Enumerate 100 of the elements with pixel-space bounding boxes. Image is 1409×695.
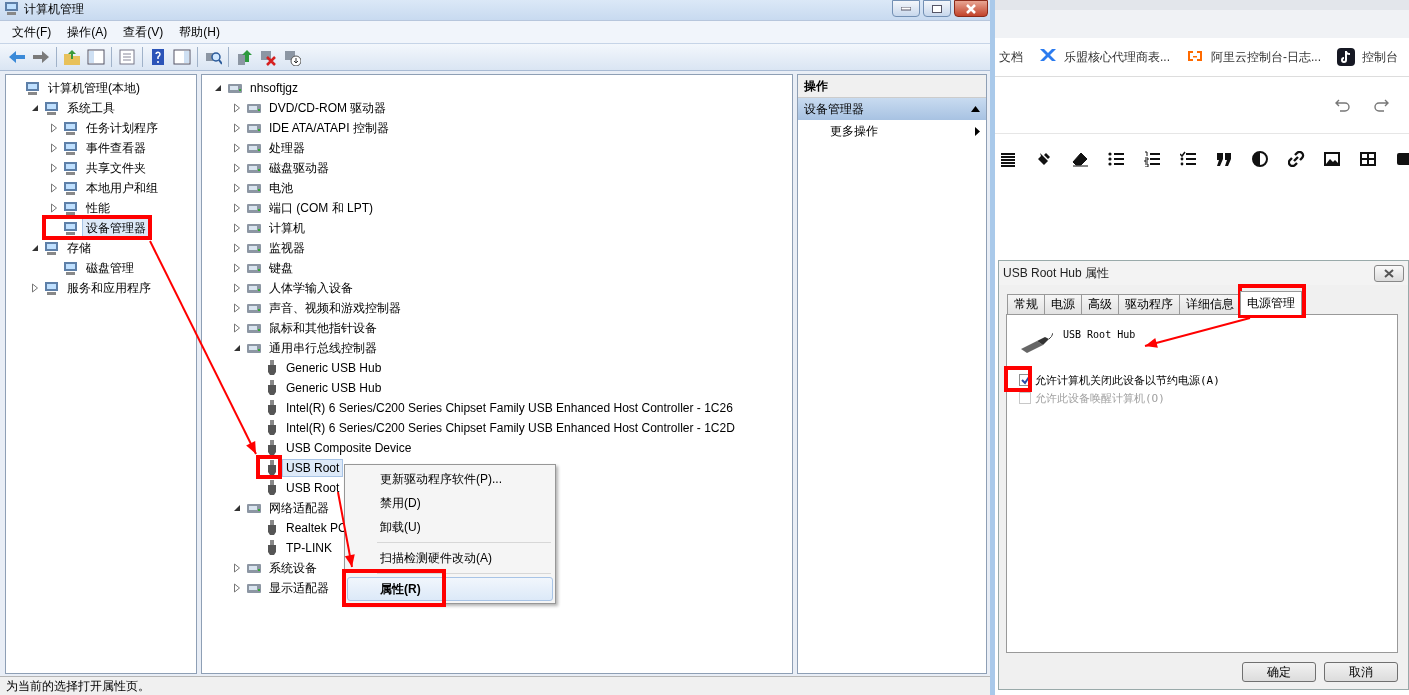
action-pane-icon[interactable] [173, 48, 191, 66]
folder-up-icon[interactable] [63, 48, 81, 66]
collapsed-triangle-icon[interactable] [233, 323, 241, 333]
align-justify-icon[interactable] [1000, 151, 1017, 167]
maximize-button[interactable] [923, 0, 951, 17]
collapsed-triangle-icon[interactable] [233, 263, 241, 273]
collapsed-triangle-icon[interactable] [233, 103, 241, 113]
tree-item[interactable]: USB Root [282, 459, 344, 477]
tab[interactable]: 电源 [1044, 294, 1082, 314]
tree-item[interactable]: 磁盘管理 [82, 257, 138, 279]
redo-icon[interactable] [1373, 98, 1389, 112]
tree-item[interactable]: 鼠标和其他指针设备 [265, 317, 381, 339]
bullet-list-icon[interactable] [1108, 151, 1125, 167]
tree-item[interactable]: 事件查看器 [82, 137, 150, 159]
update-driver-icon[interactable] [235, 48, 253, 66]
collapsed-triangle-icon[interactable] [233, 123, 241, 133]
undo-icon[interactable] [1335, 98, 1351, 112]
quote-icon[interactable] [1216, 151, 1233, 167]
contrast-icon[interactable] [1252, 151, 1269, 167]
collapsed-triangle-icon[interactable] [233, 583, 241, 593]
tree-item[interactable]: 任务计划程序 [82, 117, 162, 139]
collapsed-triangle-icon[interactable] [50, 163, 58, 173]
tree-item[interactable]: 电池 [265, 177, 297, 199]
collapsed-triangle-icon[interactable] [50, 143, 58, 153]
menu-item[interactable]: 更新驱动程序软件(P)... [347, 467, 553, 491]
disable-device-icon[interactable] [259, 48, 277, 66]
collapsed-triangle-icon[interactable] [31, 283, 39, 293]
tree-item[interactable]: 系统工具 [63, 97, 119, 119]
tree-item[interactable]: 性能 [82, 197, 114, 219]
bookmark-link[interactable]: 文档 [999, 48, 1023, 66]
back-arrow-icon[interactable] [8, 48, 26, 66]
tree-item[interactable]: 键盘 [265, 257, 297, 279]
collapsed-triangle-icon[interactable] [50, 183, 58, 193]
image-icon[interactable] [1324, 151, 1341, 167]
menu-item[interactable]: 帮助(H) [171, 23, 228, 41]
bookmark-link[interactable]: 控制台 [1362, 48, 1398, 66]
tree-item[interactable]: nhsoftjgz [246, 79, 303, 97]
collapsed-triangle-icon[interactable] [233, 203, 241, 213]
tree-item[interactable]: 本地用户和组 [82, 177, 162, 199]
close-button[interactable] [1374, 264, 1404, 282]
expanded-triangle-icon[interactable] [31, 104, 39, 112]
tree-item[interactable]: 存储 [63, 237, 95, 259]
tree-item[interactable]: DVD/CD-ROM 驱动器 [265, 97, 391, 119]
link-icon[interactable] [1288, 151, 1305, 167]
tree-item[interactable]: 显示适配器 [265, 577, 333, 599]
tree-item[interactable]: Generic USB Hub [282, 379, 386, 397]
tree-item[interactable]: 系统设备 [265, 557, 321, 579]
tab[interactable]: 高级 [1081, 294, 1119, 314]
tree-item[interactable]: 端口 (COM 和 LPT) [265, 197, 377, 219]
collapsed-triangle-icon[interactable] [233, 243, 241, 253]
expanded-triangle-icon[interactable] [233, 344, 241, 352]
tree-item[interactable]: Intel(R) 6 Series/C200 Series Chipset Family USB Enhanced Host Controller - 1C2D [282, 419, 739, 437]
menu-item[interactable]: 禁用(D) [347, 491, 553, 515]
expanded-triangle-icon[interactable] [233, 504, 241, 512]
tree-item[interactable]: 人体学输入设备 [265, 277, 357, 299]
tree-item[interactable]: 通用串行总线控制器 [265, 337, 381, 359]
menu-item[interactable]: 扫描检测硬件改动(A) [347, 546, 553, 570]
tree-item[interactable]: 计算机 [265, 217, 309, 239]
tree-item[interactable]: IDE ATA/ATAPI 控制器 [265, 117, 393, 139]
dialog-button[interactable]: 确定 [1242, 662, 1316, 682]
expanded-triangle-icon[interactable] [214, 84, 222, 92]
menu-item[interactable]: 文件(F) [4, 23, 60, 41]
minimize-button[interactable] [892, 0, 920, 17]
tree-item[interactable]: 处理器 [265, 137, 309, 159]
collapsed-triangle-icon[interactable] [233, 303, 241, 313]
tree-item[interactable]: 磁盘驱动器 [265, 157, 333, 179]
tree-item[interactable]: USB Composite Device [282, 439, 416, 457]
forward-arrow-icon[interactable] [32, 48, 50, 66]
eraser-icon[interactable] [1072, 151, 1089, 167]
collapsed-triangle-icon[interactable] [233, 183, 241, 193]
uninstall-icon[interactable] [283, 48, 301, 66]
bookmark-link[interactable]: 阿里云控制台-日志... [1211, 48, 1321, 66]
collapsed-triangle-icon[interactable] [50, 203, 58, 213]
close-button[interactable] [954, 0, 988, 17]
collapsed-triangle-icon[interactable] [233, 143, 241, 153]
collapsed-triangle-icon[interactable] [233, 163, 241, 173]
menu-item[interactable]: 属性(R) [347, 577, 553, 601]
tree-pane-icon[interactable] [87, 48, 105, 66]
menu-item[interactable]: 查看(V) [115, 23, 172, 41]
tree-item[interactable]: 共享文件夹 [82, 157, 150, 179]
help-icon[interactable] [149, 48, 167, 66]
expanded-triangle-icon[interactable] [31, 244, 39, 252]
collapsed-triangle-icon[interactable] [233, 563, 241, 573]
tab[interactable]: 驱动程序 [1118, 294, 1180, 314]
collapsed-triangle-icon[interactable] [233, 283, 241, 293]
menu-item[interactable]: 操作(A) [59, 23, 116, 41]
tree-item[interactable]: 监视器 [265, 237, 309, 259]
tree-item[interactable]: Generic USB Hub [282, 359, 386, 377]
tree-item[interactable]: 声音、视频和游戏控制器 [265, 297, 405, 319]
tree-item[interactable]: USB Root [282, 479, 344, 497]
tree-item[interactable]: Intel(R) 6 Series/C200 Series Chipset Family USB Enhanced Host Controller - 1C26 [282, 399, 737, 417]
table-icon[interactable] [1360, 151, 1377, 167]
tab[interactable]: 详细信息 [1179, 294, 1241, 314]
tab[interactable]: 常规 [1007, 294, 1045, 314]
tree-item[interactable]: TP-LINK [282, 539, 336, 557]
paint-brush-icon[interactable] [1036, 151, 1053, 167]
actions-section[interactable]: 设备管理器 [798, 98, 986, 120]
bookmark-link[interactable]: 乐盟核心代理商表... [1064, 48, 1170, 66]
action-item[interactable]: 更多操作 [798, 120, 986, 142]
tree-item[interactable]: 服务和应用程序 [63, 277, 155, 299]
